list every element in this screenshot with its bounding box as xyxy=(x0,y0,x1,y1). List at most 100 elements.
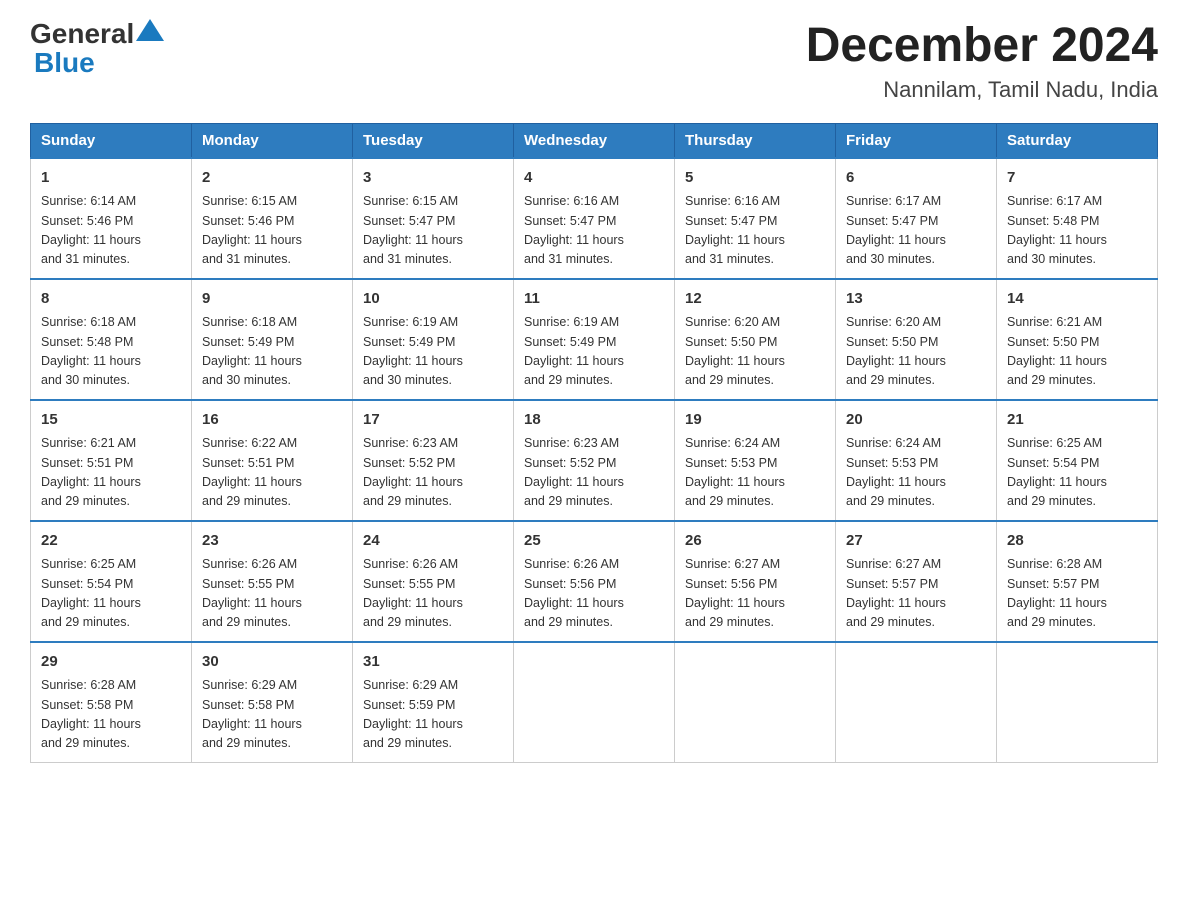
calendar-cell: 3Sunrise: 6:15 AMSunset: 5:47 PMDaylight… xyxy=(353,158,514,279)
header: General Blue December 2024 Nannilam, Tam… xyxy=(30,20,1158,103)
week-row-5: 29Sunrise: 6:28 AMSunset: 5:58 PMDayligh… xyxy=(31,642,1158,763)
calendar-cell: 26Sunrise: 6:27 AMSunset: 5:56 PMDayligh… xyxy=(675,521,836,642)
calendar-cell: 18Sunrise: 6:23 AMSunset: 5:52 PMDayligh… xyxy=(514,400,675,521)
calendar-cell: 16Sunrise: 6:22 AMSunset: 5:51 PMDayligh… xyxy=(192,400,353,521)
logo-general: General xyxy=(30,20,134,48)
day-info: Sunrise: 6:28 AMSunset: 5:57 PMDaylight:… xyxy=(1007,555,1147,633)
day-number: 2 xyxy=(202,167,342,190)
calendar-cell: 14Sunrise: 6:21 AMSunset: 5:50 PMDayligh… xyxy=(997,279,1158,400)
calendar-cell: 4Sunrise: 6:16 AMSunset: 5:47 PMDaylight… xyxy=(514,158,675,279)
day-info: Sunrise: 6:14 AMSunset: 5:46 PMDaylight:… xyxy=(41,192,181,270)
day-info: Sunrise: 6:29 AMSunset: 5:58 PMDaylight:… xyxy=(202,676,342,754)
day-info: Sunrise: 6:22 AMSunset: 5:51 PMDaylight:… xyxy=(202,434,342,512)
day-number: 12 xyxy=(685,288,825,311)
day-number: 19 xyxy=(685,409,825,432)
calendar-cell: 5Sunrise: 6:16 AMSunset: 5:47 PMDaylight… xyxy=(675,158,836,279)
day-info: Sunrise: 6:23 AMSunset: 5:52 PMDaylight:… xyxy=(363,434,503,512)
calendar-cell: 29Sunrise: 6:28 AMSunset: 5:58 PMDayligh… xyxy=(31,642,192,763)
day-info: Sunrise: 6:16 AMSunset: 5:47 PMDaylight:… xyxy=(685,192,825,270)
calendar-cell: 15Sunrise: 6:21 AMSunset: 5:51 PMDayligh… xyxy=(31,400,192,521)
calendar-title: December 2024 xyxy=(806,20,1158,73)
logo: General Blue xyxy=(30,20,164,79)
calendar-cell: 30Sunrise: 6:29 AMSunset: 5:58 PMDayligh… xyxy=(192,642,353,763)
day-number: 6 xyxy=(846,167,986,190)
day-number: 25 xyxy=(524,530,664,553)
day-info: Sunrise: 6:24 AMSunset: 5:53 PMDaylight:… xyxy=(846,434,986,512)
day-number: 31 xyxy=(363,651,503,674)
col-header-saturday: Saturday xyxy=(997,123,1158,158)
calendar-cell xyxy=(836,642,997,763)
calendar-cell: 2Sunrise: 6:15 AMSunset: 5:46 PMDaylight… xyxy=(192,158,353,279)
day-info: Sunrise: 6:16 AMSunset: 5:47 PMDaylight:… xyxy=(524,192,664,270)
day-number: 7 xyxy=(1007,167,1147,190)
calendar-cell: 20Sunrise: 6:24 AMSunset: 5:53 PMDayligh… xyxy=(836,400,997,521)
day-number: 13 xyxy=(846,288,986,311)
day-number: 23 xyxy=(202,530,342,553)
logo-triangle-icon xyxy=(136,19,164,41)
day-info: Sunrise: 6:20 AMSunset: 5:50 PMDaylight:… xyxy=(846,313,986,391)
week-row-4: 22Sunrise: 6:25 AMSunset: 5:54 PMDayligh… xyxy=(31,521,1158,642)
calendar-cell: 9Sunrise: 6:18 AMSunset: 5:49 PMDaylight… xyxy=(192,279,353,400)
day-number: 20 xyxy=(846,409,986,432)
col-header-sunday: Sunday xyxy=(31,123,192,158)
day-info: Sunrise: 6:17 AMSunset: 5:47 PMDaylight:… xyxy=(846,192,986,270)
logo-blue: Blue xyxy=(30,48,164,79)
day-number: 15 xyxy=(41,409,181,432)
col-header-tuesday: Tuesday xyxy=(353,123,514,158)
day-number: 26 xyxy=(685,530,825,553)
calendar-cell: 1Sunrise: 6:14 AMSunset: 5:46 PMDaylight… xyxy=(31,158,192,279)
calendar-cell: 7Sunrise: 6:17 AMSunset: 5:48 PMDaylight… xyxy=(997,158,1158,279)
calendar-cell: 17Sunrise: 6:23 AMSunset: 5:52 PMDayligh… xyxy=(353,400,514,521)
day-info: Sunrise: 6:26 AMSunset: 5:55 PMDaylight:… xyxy=(363,555,503,633)
calendar-cell: 25Sunrise: 6:26 AMSunset: 5:56 PMDayligh… xyxy=(514,521,675,642)
day-info: Sunrise: 6:24 AMSunset: 5:53 PMDaylight:… xyxy=(685,434,825,512)
col-header-monday: Monday xyxy=(192,123,353,158)
col-header-friday: Friday xyxy=(836,123,997,158)
day-info: Sunrise: 6:19 AMSunset: 5:49 PMDaylight:… xyxy=(524,313,664,391)
day-number: 28 xyxy=(1007,530,1147,553)
calendar-cell: 23Sunrise: 6:26 AMSunset: 5:55 PMDayligh… xyxy=(192,521,353,642)
day-info: Sunrise: 6:25 AMSunset: 5:54 PMDaylight:… xyxy=(1007,434,1147,512)
day-info: Sunrise: 6:26 AMSunset: 5:55 PMDaylight:… xyxy=(202,555,342,633)
day-info: Sunrise: 6:15 AMSunset: 5:47 PMDaylight:… xyxy=(363,192,503,270)
calendar-cell: 31Sunrise: 6:29 AMSunset: 5:59 PMDayligh… xyxy=(353,642,514,763)
day-number: 4 xyxy=(524,167,664,190)
day-number: 14 xyxy=(1007,288,1147,311)
calendar-cell: 24Sunrise: 6:26 AMSunset: 5:55 PMDayligh… xyxy=(353,521,514,642)
day-info: Sunrise: 6:21 AMSunset: 5:50 PMDaylight:… xyxy=(1007,313,1147,391)
day-info: Sunrise: 6:20 AMSunset: 5:50 PMDaylight:… xyxy=(685,313,825,391)
day-info: Sunrise: 6:15 AMSunset: 5:46 PMDaylight:… xyxy=(202,192,342,270)
day-number: 21 xyxy=(1007,409,1147,432)
calendar-cell xyxy=(997,642,1158,763)
day-info: Sunrise: 6:19 AMSunset: 5:49 PMDaylight:… xyxy=(363,313,503,391)
week-row-1: 1Sunrise: 6:14 AMSunset: 5:46 PMDaylight… xyxy=(31,158,1158,279)
title-area: December 2024 Nannilam, Tamil Nadu, Indi… xyxy=(806,20,1158,103)
day-number: 1 xyxy=(41,167,181,190)
week-row-2: 8Sunrise: 6:18 AMSunset: 5:48 PMDaylight… xyxy=(31,279,1158,400)
day-info: Sunrise: 6:18 AMSunset: 5:48 PMDaylight:… xyxy=(41,313,181,391)
calendar-cell xyxy=(514,642,675,763)
day-number: 11 xyxy=(524,288,664,311)
day-info: Sunrise: 6:29 AMSunset: 5:59 PMDaylight:… xyxy=(363,676,503,754)
col-header-wednesday: Wednesday xyxy=(514,123,675,158)
day-info: Sunrise: 6:21 AMSunset: 5:51 PMDaylight:… xyxy=(41,434,181,512)
calendar-cell: 13Sunrise: 6:20 AMSunset: 5:50 PMDayligh… xyxy=(836,279,997,400)
day-number: 27 xyxy=(846,530,986,553)
calendar-cell: 12Sunrise: 6:20 AMSunset: 5:50 PMDayligh… xyxy=(675,279,836,400)
day-number: 10 xyxy=(363,288,503,311)
day-info: Sunrise: 6:27 AMSunset: 5:57 PMDaylight:… xyxy=(846,555,986,633)
day-number: 24 xyxy=(363,530,503,553)
calendar-cell: 8Sunrise: 6:18 AMSunset: 5:48 PMDaylight… xyxy=(31,279,192,400)
col-header-thursday: Thursday xyxy=(675,123,836,158)
day-number: 9 xyxy=(202,288,342,311)
day-info: Sunrise: 6:25 AMSunset: 5:54 PMDaylight:… xyxy=(41,555,181,633)
day-number: 30 xyxy=(202,651,342,674)
day-number: 3 xyxy=(363,167,503,190)
day-number: 5 xyxy=(685,167,825,190)
day-number: 22 xyxy=(41,530,181,553)
day-info: Sunrise: 6:27 AMSunset: 5:56 PMDaylight:… xyxy=(685,555,825,633)
day-info: Sunrise: 6:23 AMSunset: 5:52 PMDaylight:… xyxy=(524,434,664,512)
calendar-table: SundayMondayTuesdayWednesdayThursdayFrid… xyxy=(30,123,1158,763)
calendar-cell: 28Sunrise: 6:28 AMSunset: 5:57 PMDayligh… xyxy=(997,521,1158,642)
day-info: Sunrise: 6:17 AMSunset: 5:48 PMDaylight:… xyxy=(1007,192,1147,270)
